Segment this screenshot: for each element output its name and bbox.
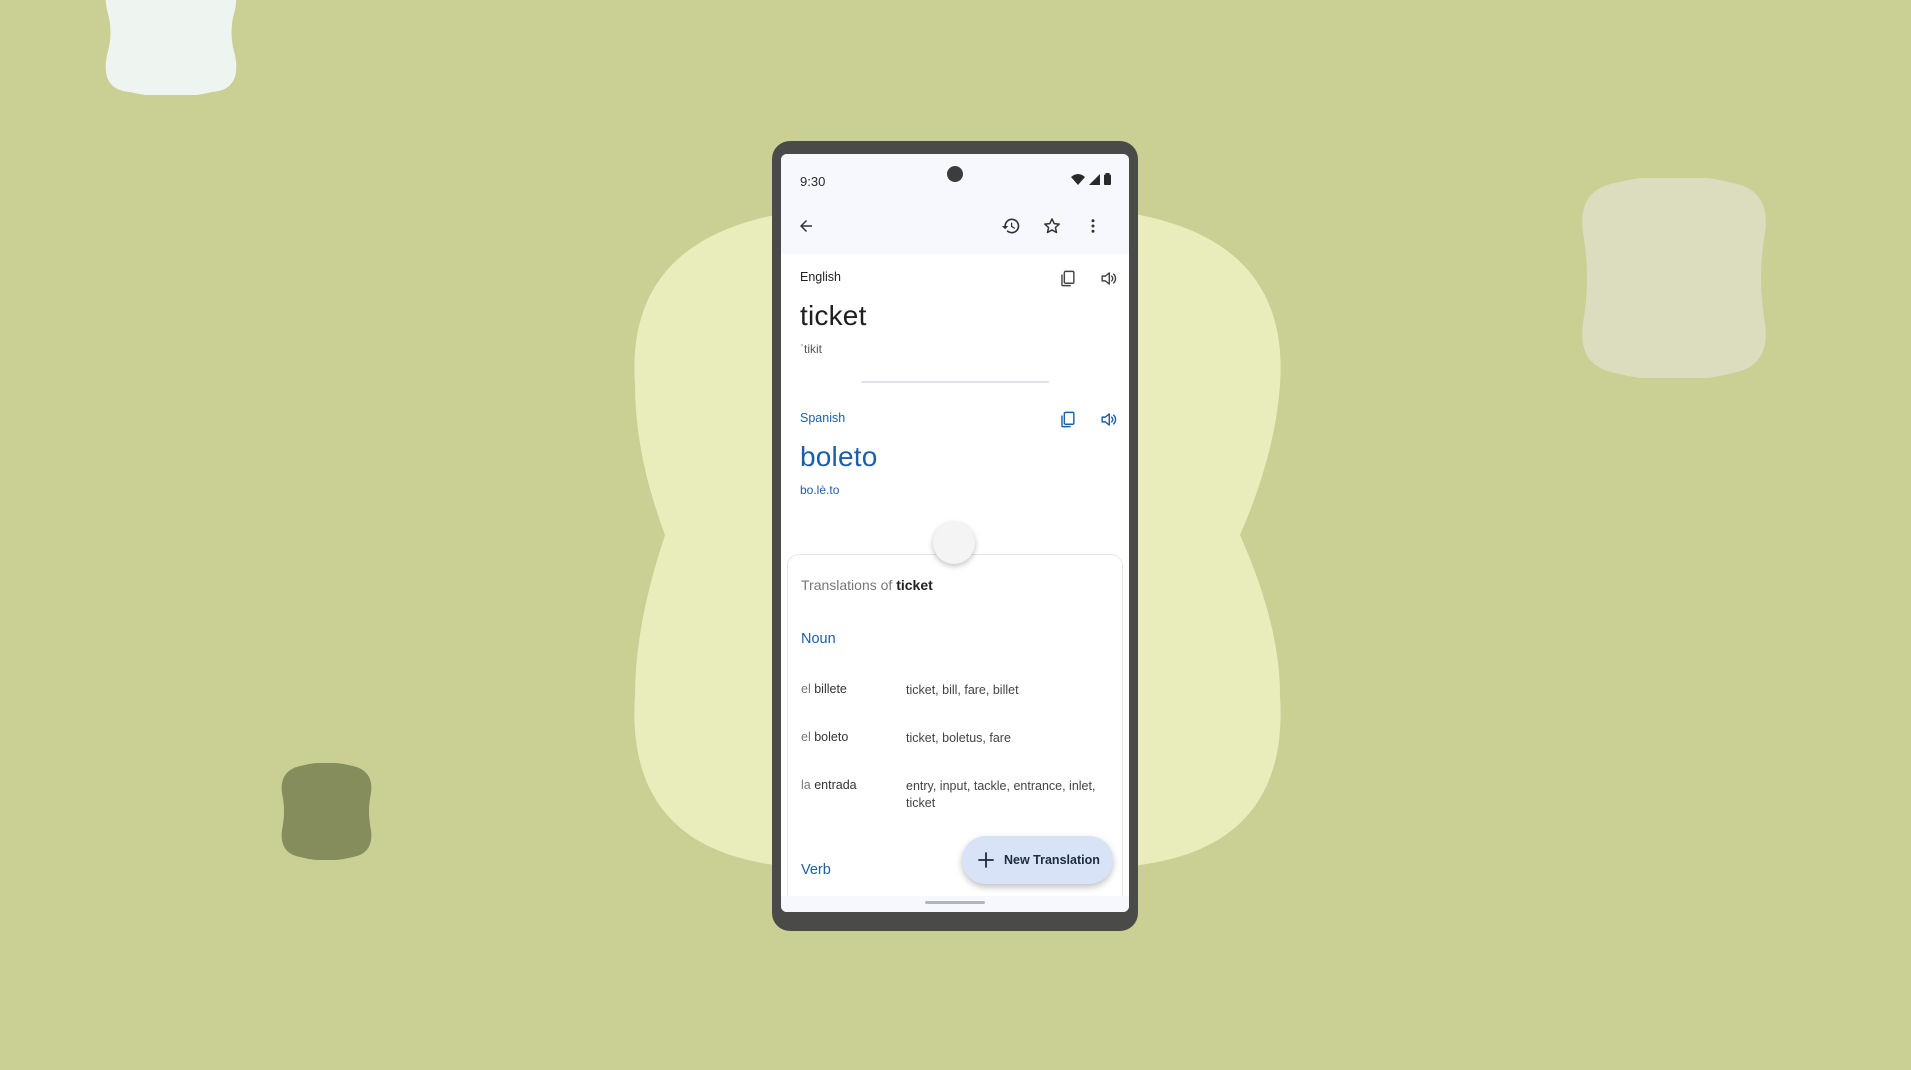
home-handle[interactable] <box>925 901 985 904</box>
favorite-button[interactable] <box>1037 211 1067 241</box>
target-language-label: Spanish <box>800 411 846 425</box>
wifi-icon <box>1071 173 1085 185</box>
battery-icon <box>1104 173 1111 185</box>
new-translation-button[interactable]: New Translation <box>962 836 1113 884</box>
background-blob-top-right <box>1582 178 1766 378</box>
more-options-button[interactable] <box>1078 211 1108 241</box>
more-vert-icon <box>1091 219 1095 233</box>
arrow-back-icon <box>800 220 812 232</box>
navigation-bar <box>781 896 1129 912</box>
plus-icon <box>978 852 994 868</box>
copy-icon <box>1060 411 1075 427</box>
new-translation-label: New Translation <box>1004 853 1100 867</box>
translation-synonyms: ticket, boletus, fare <box>906 731 1011 745</box>
target-phonetic: bo.lè.to <box>800 483 840 497</box>
star-outline-icon <box>1044 218 1060 234</box>
volume-icon <box>1100 271 1116 285</box>
phone-frame: 9:30 English ticket ˈtikit Spanish bolet… <box>772 141 1138 931</box>
speak-target-button[interactable] <box>1093 404 1123 434</box>
speak-source-button[interactable] <box>1093 263 1123 293</box>
translation-synonyms: ticket, bill, fare, billet <box>906 683 1019 697</box>
status-time: 9:30 <box>800 174 826 189</box>
pos-noun: Noun <box>801 631 836 647</box>
drag-handle[interactable] <box>933 522 975 564</box>
background-blob-bottom-left <box>281 763 372 860</box>
background-blob-top-left <box>105 0 237 95</box>
source-phonetic: ˈtikit <box>800 342 822 356</box>
copy-source-button[interactable] <box>1052 263 1082 293</box>
signal-icon <box>1089 173 1100 185</box>
translation-synonyms: entry, input, tackle, entrance, inlet, t… <box>906 779 1096 810</box>
phone-screen: 9:30 English ticket ˈtikit Spanish bolet… <box>781 154 1129 912</box>
status-icons <box>1071 173 1111 185</box>
history-icon <box>1001 218 1020 234</box>
translations-title: Translations of ticket <box>801 577 933 593</box>
copy-icon <box>1060 270 1075 286</box>
copy-target-button[interactable] <box>1052 404 1082 434</box>
translations-title-word: ticket <box>896 577 933 593</box>
section-divider <box>861 381 1049 383</box>
front-camera <box>947 166 963 182</box>
volume-icon <box>1100 412 1116 426</box>
back-button[interactable] <box>791 211 821 241</box>
target-word: boleto <box>800 441 878 472</box>
pos-verb: Verb <box>801 862 831 878</box>
history-button[interactable] <box>996 211 1026 241</box>
source-language-label: English <box>800 270 841 284</box>
source-word: ticket <box>800 300 867 331</box>
